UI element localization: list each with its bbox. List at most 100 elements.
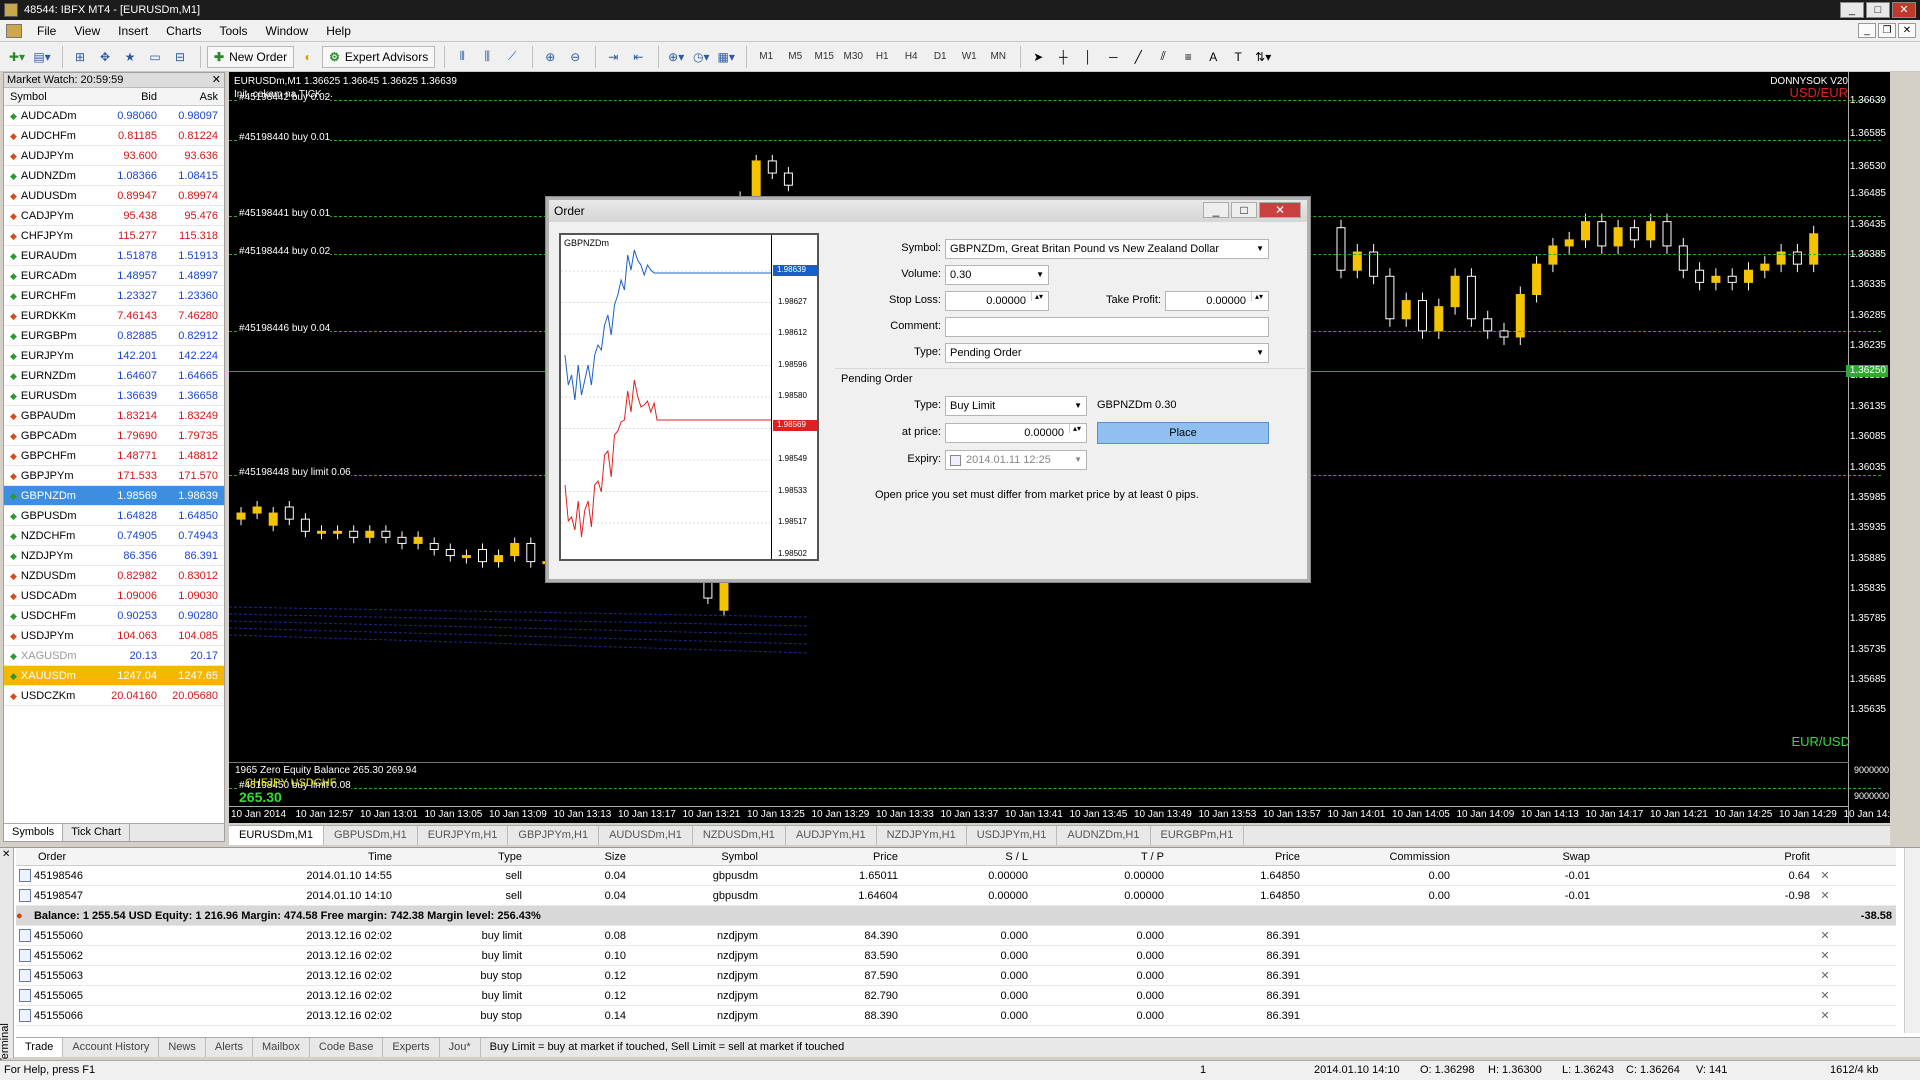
close-order-icon[interactable]: ✕	[1814, 986, 1836, 1005]
terminal-tab[interactable]: Account History	[63, 1038, 160, 1057]
candlestick-icon[interactable]: ⫼	[476, 46, 498, 68]
market-watch-row[interactable]: ◆ XAGUSDm 20.13 20.17	[4, 646, 224, 666]
market-watch-icon[interactable]: ⊞	[69, 46, 91, 68]
expiry-picker[interactable]: 2014.01.11 12:25	[945, 450, 1087, 470]
expiry-checkbox[interactable]	[950, 455, 961, 466]
market-watch-row[interactable]: ◆ CHFJPYm 115.277 115.318	[4, 226, 224, 246]
order-row[interactable]: 45155065 2013.12.16 02:02 buy limit 0.12 nzd…	[16, 986, 1896, 1006]
market-watch-row[interactable]: ◆ USDJPYm 104.063 104.085	[4, 626, 224, 646]
column-header[interactable]: Commission	[1304, 848, 1454, 865]
market-watch-row[interactable]: ◆ NZDCHFm 0.74905 0.74943	[4, 526, 224, 546]
take-profit-input[interactable]: 0.00000	[1165, 291, 1269, 311]
column-header[interactable]: S / L	[902, 848, 1032, 865]
templates-icon[interactable]: ▦▾	[715, 46, 737, 68]
terminal-tab[interactable]: Trade	[16, 1038, 64, 1057]
order-type-select[interactable]: Pending Order	[945, 343, 1269, 363]
bar-chart-icon[interactable]: ⫴	[451, 46, 473, 68]
close-order-icon[interactable]: ✕	[1814, 946, 1836, 965]
chart-tab[interactable]: GBPUSDm,H1	[324, 826, 418, 845]
indicators-icon[interactable]: ⊕▾	[665, 46, 687, 68]
chart-tab[interactable]: NZDUSDm,H1	[693, 826, 786, 845]
chart-tab[interactable]: USDJPYm,H1	[967, 826, 1058, 845]
zoom-out-icon[interactable]: ⊖	[564, 46, 586, 68]
column-header[interactable]: Type	[396, 848, 526, 865]
close-order-icon[interactable]: ✕	[1814, 886, 1836, 905]
terminal-icon[interactable]: ▭	[144, 46, 166, 68]
tf-w1[interactable]: W1	[956, 46, 982, 68]
market-watch-row[interactable]: ◆ NZDUSDm 0.82982 0.83012	[4, 566, 224, 586]
market-watch-row[interactable]: ◆ USDCZKm 20.04160 20.05680	[4, 686, 224, 706]
comment-input[interactable]	[945, 317, 1269, 337]
column-header[interactable]: Price	[1168, 848, 1304, 865]
close-button[interactable]: ✕	[1892, 2, 1916, 18]
arrows-icon[interactable]: ⇅▾	[1252, 46, 1274, 68]
market-watch-row[interactable]: ◆ USDCADm 1.09006 1.09030	[4, 586, 224, 606]
channel-icon[interactable]: ⫽	[1152, 46, 1174, 68]
mdi-restore-button[interactable]: ❐	[1878, 23, 1896, 38]
column-header[interactable]: Profit	[1594, 848, 1814, 865]
periods-icon[interactable]: ◷▾	[690, 46, 712, 68]
column-header[interactable]: Price	[762, 848, 902, 865]
chart-tab[interactable]: GBPJPYm,H1	[508, 826, 600, 845]
strategy-tester-icon[interactable]: ⊟	[169, 46, 191, 68]
market-watch-row[interactable]: ◆ EURAUDm 1.51878 1.51913	[4, 246, 224, 266]
mdi-close-button[interactable]: ✕	[1898, 23, 1916, 38]
navigator-icon[interactable]: ★	[119, 46, 141, 68]
market-watch-row[interactable]: ◆ EURCADm 1.48957 1.48997	[4, 266, 224, 286]
market-watch-row[interactable]: ◆ EURNZDm 1.64607 1.64665	[4, 366, 224, 386]
terminal-tab[interactable]: Mailbox	[253, 1038, 310, 1057]
column-header[interactable]: T / P	[1032, 848, 1168, 865]
column-header[interactable]: Order	[34, 848, 204, 865]
chart-tab[interactable]: EURJPYm,H1	[418, 826, 509, 845]
maximize-button[interactable]: □	[1866, 2, 1890, 18]
horizontal-line-icon[interactable]: ─	[1102, 46, 1124, 68]
expert-advisors-button[interactable]: ⚙ Expert Advisors	[322, 45, 436, 68]
chart-tab[interactable]: EURUSDm,M1	[229, 826, 324, 845]
mdi-minimize-button[interactable]: _	[1858, 23, 1876, 38]
order-row[interactable]: 45155060 2013.12.16 02:02 buy limit 0.08 nzd…	[16, 926, 1896, 946]
pending-type-select[interactable]: Buy Limit	[945, 396, 1087, 416]
dialog-minimize-button[interactable]: _	[1203, 202, 1229, 218]
text-icon[interactable]: A	[1202, 46, 1224, 68]
menu-charts[interactable]: Charts	[157, 24, 210, 38]
fibonacci-icon[interactable]: ≡	[1177, 46, 1199, 68]
chart-tab[interactable]: AUDNZDm,H1	[1057, 826, 1151, 845]
tab-symbols[interactable]: Symbols	[4, 824, 64, 841]
text-label-icon[interactable]: T	[1227, 46, 1249, 68]
symbol-select[interactable]: GBPNZDm, Great Britan Pound vs New Zeala…	[945, 239, 1269, 259]
column-header[interactable]: Swap	[1454, 848, 1594, 865]
chart-tab[interactable]: AUDUSDm,H1	[599, 826, 693, 845]
menu-window[interactable]: Window	[257, 24, 318, 38]
menu-insert[interactable]: Insert	[109, 24, 157, 38]
tf-d1[interactable]: D1	[927, 46, 953, 68]
vertical-line-icon[interactable]: │	[1077, 46, 1099, 68]
column-symbol[interactable]: Symbol	[4, 88, 102, 105]
market-watch-row[interactable]: ◆ EURUSDm 1.36639 1.36658	[4, 386, 224, 406]
chart-tab[interactable]: NZDJPYm,H1	[877, 826, 967, 845]
market-watch-row[interactable]: ◆ GBPCADm 1.79690 1.79735	[4, 426, 224, 446]
line-chart-icon[interactable]: ⟋	[501, 46, 523, 68]
tf-h1[interactable]: H1	[869, 46, 895, 68]
market-watch-row[interactable]: ◆ XAUUSDm 1247.04 1247.65	[4, 666, 224, 686]
close-order-icon[interactable]: ✕	[1814, 1006, 1836, 1025]
market-watch-row[interactable]: ◆ AUDNZDm 1.08366 1.08415	[4, 166, 224, 186]
market-watch-row[interactable]: ◆ NZDJPYm 86.356 86.391	[4, 546, 224, 566]
terminal-scrollbar[interactable]	[1904, 848, 1920, 1033]
terminal-tab[interactable]: Experts	[383, 1038, 440, 1057]
market-watch-row[interactable]: ◆ AUDCADm 0.98060 0.98097	[4, 106, 224, 126]
metaeditor-icon[interactable]: ◐	[297, 46, 319, 68]
tf-m1[interactable]: M1	[753, 46, 779, 68]
zoom-in-icon[interactable]: ⊕	[539, 46, 561, 68]
minimize-button[interactable]: _	[1840, 2, 1864, 18]
column-header[interactable]: Symbol	[630, 848, 762, 865]
market-watch-row[interactable]: ◆ GBPAUDm 1.83214 1.83249	[4, 406, 224, 426]
profiles-icon[interactable]: ▤▾	[31, 46, 53, 68]
market-watch-row[interactable]: ◆ CADJPYm 95.438 95.476	[4, 206, 224, 226]
tf-h4[interactable]: H4	[898, 46, 924, 68]
column-header[interactable]: Size	[526, 848, 630, 865]
new-chart-icon[interactable]: ✚▾	[6, 46, 28, 68]
market-watch-row[interactable]: ◆ EURCHFm 1.23327 1.23360	[4, 286, 224, 306]
tf-mn[interactable]: MN	[985, 46, 1011, 68]
tab-tick-chart[interactable]: Tick Chart	[63, 824, 130, 841]
stop-loss-input[interactable]: 0.00000	[945, 291, 1049, 311]
